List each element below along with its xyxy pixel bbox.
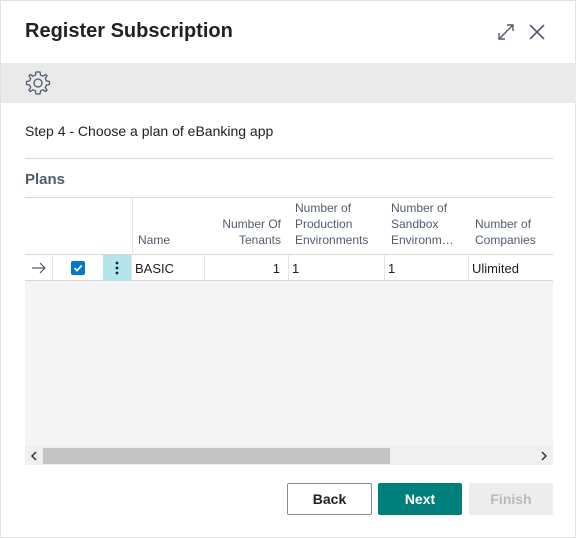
horizontal-scrollbar[interactable] xyxy=(25,446,553,465)
register-subscription-dialog: Register Subscription Step 4 - Choose a … xyxy=(0,0,576,538)
gear-icon xyxy=(25,71,51,95)
column-header-name[interactable]: Name xyxy=(132,198,205,255)
cell-companies[interactable]: Ulimited xyxy=(469,255,553,281)
header-line: Number of xyxy=(391,201,448,215)
back-button[interactable]: Back xyxy=(287,483,372,515)
header-line: Tenants xyxy=(238,233,281,247)
step-text: Step 4 - Choose a plan of eBanking app xyxy=(25,123,274,139)
header-line: Number of xyxy=(475,217,532,231)
table-row[interactable]: BASIC 1 1 1 Ulimited xyxy=(25,255,553,281)
header-line: Number Of xyxy=(222,217,281,231)
chevron-left-icon xyxy=(30,451,37,461)
checkmark-icon xyxy=(73,264,83,272)
toolbar xyxy=(1,63,576,103)
row-indicator xyxy=(25,255,53,281)
arrow-right-icon xyxy=(31,262,46,274)
dialog-title: Register Subscription xyxy=(25,20,233,42)
header-line: Number of xyxy=(295,201,352,215)
column-header-sandbox-environments[interactable]: Number of Sandbox Environm… xyxy=(385,198,469,255)
cell-production-environments[interactable]: 1 xyxy=(289,255,385,281)
expand-icon xyxy=(498,24,514,40)
row-select-checkbox[interactable] xyxy=(71,261,85,275)
row-actions-button[interactable] xyxy=(103,255,132,281)
cell-name[interactable]: BASIC xyxy=(132,255,205,281)
column-header-companies[interactable]: Number of Companies xyxy=(469,198,553,255)
more-vertical-icon xyxy=(115,261,119,275)
cell-sandbox-environments[interactable]: 1 xyxy=(385,255,469,281)
divider xyxy=(25,158,553,159)
chevron-right-icon xyxy=(541,451,548,461)
scroll-left-button[interactable] xyxy=(25,446,43,465)
header-line: Environments xyxy=(295,233,369,247)
close-icon xyxy=(529,24,545,40)
expand-button[interactable] xyxy=(493,19,519,45)
column-header-production-environments[interactable]: Number of Production Environments xyxy=(289,198,385,255)
scrollbar-thumb[interactable] xyxy=(43,448,390,464)
scroll-right-button[interactable] xyxy=(535,446,553,465)
plans-grid: Name Number Of Tenants Number of Productio… xyxy=(25,197,553,465)
header-line: Production xyxy=(295,217,353,231)
finish-button[interactable]: Finish xyxy=(469,483,553,515)
grid-header: Name Number Of Tenants Number of Productio… xyxy=(25,198,553,255)
header-line: Companies xyxy=(475,233,536,247)
column-header-tenants[interactable]: Number Of Tenants xyxy=(205,198,289,255)
header-line: Sandbox xyxy=(391,217,439,231)
section-title-plans: Plans xyxy=(25,171,66,188)
settings-button[interactable] xyxy=(25,70,51,96)
close-button[interactable] xyxy=(524,19,550,45)
cell-tenants[interactable]: 1 xyxy=(205,255,289,281)
row-select-cell xyxy=(53,255,103,281)
next-button[interactable]: Next xyxy=(378,483,462,515)
header-line: Environm… xyxy=(391,233,454,247)
